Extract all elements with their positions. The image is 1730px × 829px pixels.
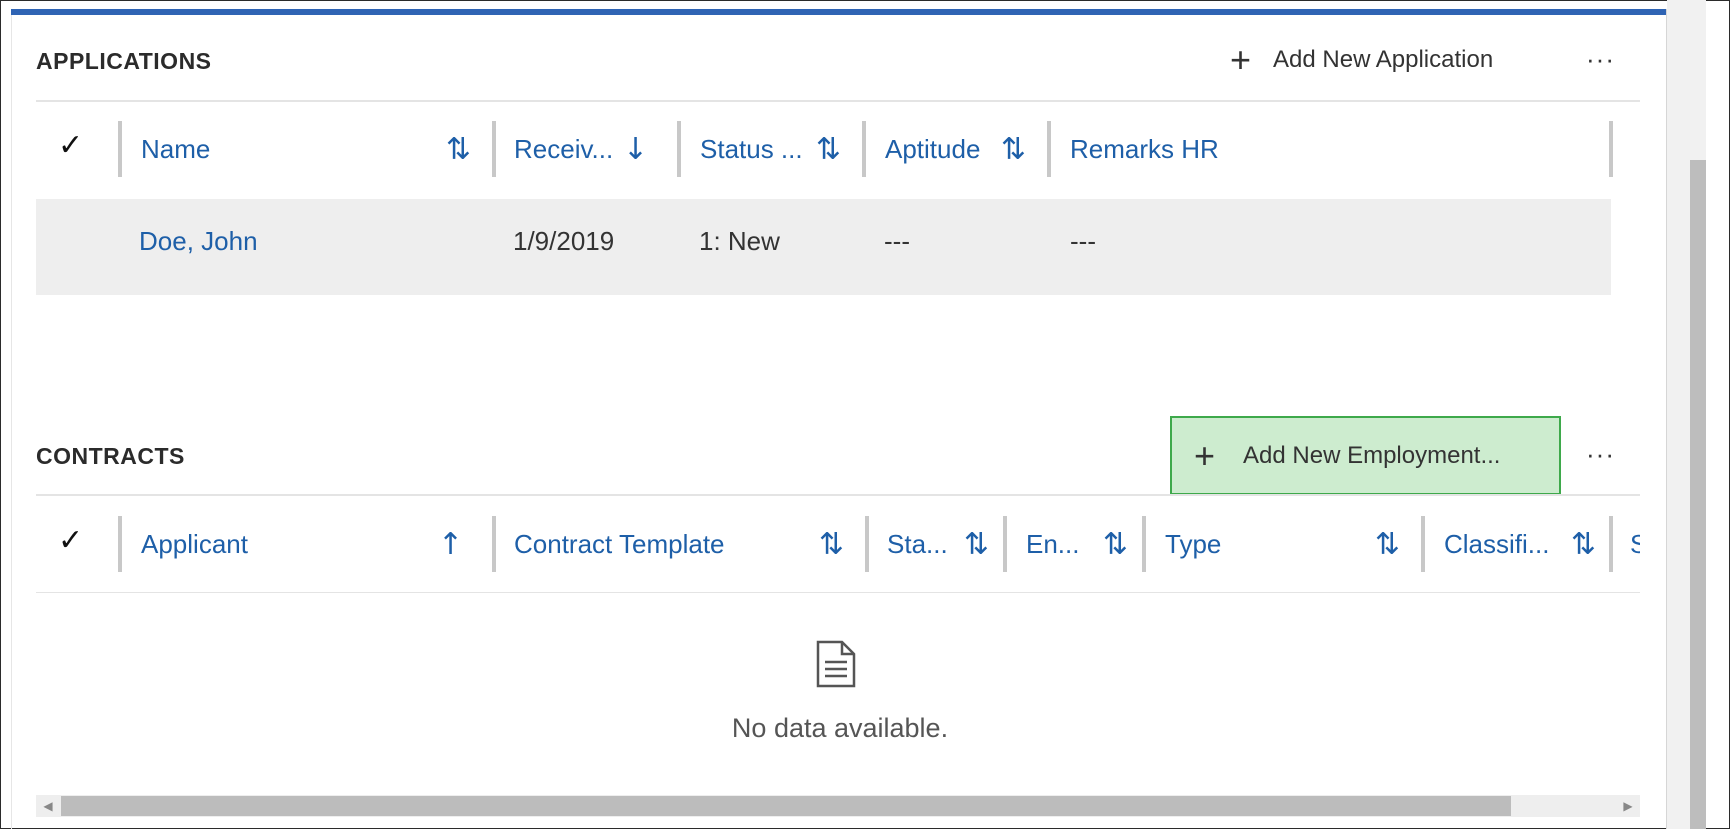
column-separator[interactable] (677, 121, 681, 177)
sort-both-icon: ⇅ (1102, 526, 1128, 562)
column-header-contract-template[interactable]: Contract Template ⇅ (514, 516, 866, 572)
column-header-label: Type (1165, 528, 1222, 559)
column-header-label: Remarks HR (1070, 133, 1219, 164)
applications-more-icon[interactable]: ··· (1586, 46, 1615, 72)
sort-ascending-icon: ↑ (437, 526, 463, 562)
column-separator[interactable] (1142, 516, 1146, 572)
column-header-label: S (1630, 528, 1640, 559)
column-header-label: Aptitude (885, 133, 981, 164)
column-separator[interactable] (118, 121, 122, 177)
column-header-truncated[interactable]: S (1630, 516, 1640, 572)
column-header-label: Status ... (700, 133, 803, 164)
column-separator[interactable] (1047, 121, 1051, 177)
table-row[interactable] (36, 199, 1611, 295)
applicant-name-link[interactable]: Doe, John (139, 226, 258, 257)
select-all-check-icon[interactable]: ✓ (58, 523, 83, 558)
column-separator[interactable] (1609, 516, 1613, 572)
plus-icon: + (1230, 39, 1252, 80)
column-header-remarks-hr[interactable]: Remarks HR (1070, 121, 1610, 177)
add-new-employment-button[interactable]: + Add New Employment... (1170, 416, 1561, 495)
sort-both-icon: ⇅ (1570, 526, 1596, 562)
sort-both-icon: ⇅ (963, 526, 989, 562)
add-new-application-label: Add New Application (1273, 46, 1494, 73)
contracts-header-divider (36, 494, 1640, 496)
horizontal-scrollbar-thumb[interactable] (61, 796, 1511, 816)
status-value: 1: New (699, 226, 780, 256)
contracts-title: CONTRACTS (36, 443, 185, 469)
column-separator[interactable] (118, 516, 122, 572)
column-separator[interactable] (865, 516, 869, 572)
sort-both-icon: ⇅ (1000, 131, 1026, 167)
applications-title: APPLICATIONS (36, 48, 212, 74)
select-all-check-icon[interactable]: ✓ (58, 128, 83, 163)
remarks-value: --- (1070, 226, 1096, 256)
no-data-message: No data available. (731, 713, 949, 743)
horizontal-scrollbar[interactable]: ◀ ▶ (36, 795, 1640, 817)
top-accent-bar (11, 9, 1666, 15)
received-date: 1/9/2019 (513, 226, 615, 256)
column-header-applicant[interactable]: Applicant ↑ (141, 516, 493, 572)
column-header-label: Receiv... (514, 133, 614, 164)
column-header-label: Applicant (141, 528, 248, 559)
column-separator[interactable] (1609, 121, 1613, 177)
column-separator[interactable] (492, 121, 496, 177)
plus-icon: + (1194, 434, 1216, 476)
column-separator[interactable] (862, 121, 866, 177)
column-header-label: Name (141, 133, 211, 164)
vertical-scrollbar-thumb[interactable] (1690, 160, 1706, 829)
contracts-more-icon[interactable]: ··· (1586, 441, 1615, 467)
column-header-status[interactable]: Status ... ⇅ (700, 121, 863, 177)
column-header-received[interactable]: Receiv... ↓ (514, 121, 678, 177)
card-left-border (11, 9, 12, 829)
column-header-classification[interactable]: Classifi... ⇅ (1444, 516, 1612, 572)
add-new-application-button[interactable]: + Add New Application (1230, 42, 1493, 78)
scroll-right-arrow-icon[interactable]: ▶ (1618, 795, 1638, 817)
column-separator[interactable] (1003, 516, 1007, 572)
aptitude-value: --- (884, 226, 910, 256)
column-header-label: Contract Template (514, 528, 725, 559)
sort-both-icon: ⇅ (815, 131, 841, 167)
scroll-left-arrow-icon[interactable]: ◀ (38, 795, 58, 817)
column-header-end[interactable]: En... ⇅ (1026, 516, 1144, 572)
column-header-label: Sta... (887, 528, 948, 559)
column-header-type[interactable]: Type ⇅ (1165, 516, 1422, 572)
column-header-start[interactable]: Sta... ⇅ (887, 516, 1005, 572)
column-header-name[interactable]: Name ⇅ (141, 121, 493, 177)
column-header-aptitude[interactable]: Aptitude ⇅ (885, 121, 1048, 177)
applications-header-divider (36, 100, 1640, 102)
add-new-employment-label: Add New Employment... (1243, 441, 1501, 469)
sort-both-icon: ⇅ (1374, 526, 1400, 562)
document-icon (816, 640, 856, 688)
contracts-body-divider (36, 592, 1640, 593)
sort-both-icon: ⇅ (818, 526, 844, 562)
sort-descending-icon: ↓ (622, 131, 648, 167)
sort-both-icon: ⇅ (445, 131, 471, 167)
column-separator[interactable] (1421, 516, 1425, 572)
column-header-label: En... (1026, 528, 1080, 559)
column-header-label: Classifi... (1444, 528, 1550, 559)
column-separator[interactable] (492, 516, 496, 572)
